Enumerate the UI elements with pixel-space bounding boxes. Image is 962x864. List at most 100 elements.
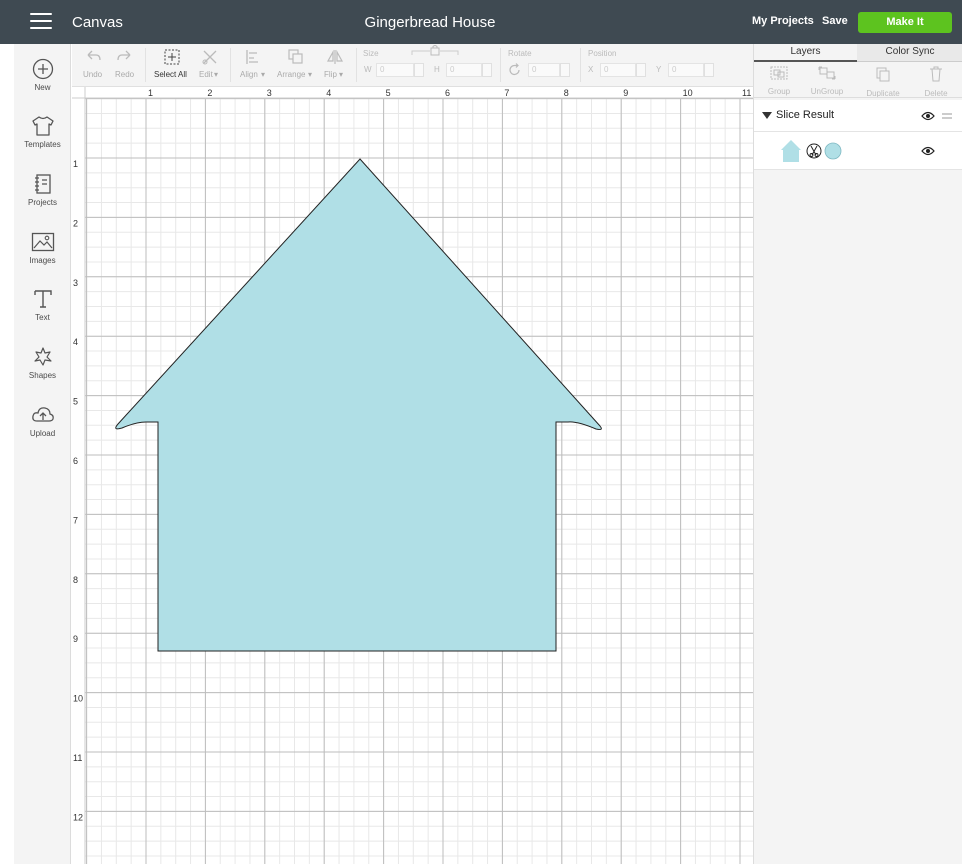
tshirt-icon	[31, 116, 54, 136]
sidebar-item-label: Projects	[28, 198, 57, 207]
ruler-top-label: 5	[386, 88, 391, 98]
design-canvas[interactable]: 1 2 3 4 5 6 7 8 9 10 11 1 2 3 4 5 6 7 8 9 10 11 12	[72, 87, 753, 864]
height-label: H	[434, 65, 440, 74]
caret-down-icon[interactable]	[762, 112, 772, 119]
my-projects-link[interactable]: My Projects	[752, 15, 814, 27]
x-stepper[interactable]	[636, 63, 646, 77]
left-sidebar: New Templates Projects Images Text Shape…	[14, 44, 71, 864]
width-input[interactable]: 0	[376, 63, 414, 77]
toolbar-divider	[230, 48, 231, 82]
drag-handle-icon[interactable]	[941, 112, 953, 120]
house-shape[interactable]	[115, 158, 602, 652]
hamburger-menu-icon[interactable]	[30, 13, 52, 31]
delete-button[interactable]: Delete	[911, 66, 961, 98]
align-label: Align	[240, 70, 258, 79]
sidebar-item-images[interactable]: Images	[14, 231, 71, 265]
ruler-left-label: 11	[73, 753, 82, 763]
ruler-left-label: 1	[73, 159, 78, 169]
align-button[interactable]: Align ▾	[236, 44, 270, 87]
group-icon	[770, 66, 788, 80]
sidebar-item-templates[interactable]: Templates	[14, 115, 71, 149]
cloud-upload-icon	[31, 407, 54, 422]
chevron-down-icon: ▾	[308, 70, 313, 79]
sidebar-item-shapes[interactable]: Shapes	[14, 346, 71, 380]
group-label: Group	[767, 87, 791, 96]
scissors-cut-icon[interactable]	[806, 143, 822, 159]
x-label: X	[588, 65, 594, 74]
position-label: Position	[588, 49, 617, 58]
ruler-left-label: 9	[73, 634, 78, 644]
ruler-left-label: 3	[73, 278, 78, 288]
arrange-button[interactable]: Arrange ▾	[274, 44, 316, 87]
ruler-top-label: 2	[207, 88, 212, 98]
ungroup-icon	[818, 66, 836, 80]
arrange-icon	[288, 49, 303, 64]
group-button[interactable]: Group	[754, 66, 804, 96]
redo-icon	[117, 50, 131, 61]
ruler-left-label: 12	[73, 812, 83, 822]
x-input[interactable]: 0	[600, 63, 636, 77]
app-title: Canvas	[72, 14, 123, 31]
height-input[interactable]: 0	[446, 63, 482, 77]
sidebar-item-projects[interactable]: Projects	[14, 173, 71, 207]
sidebar-item-new[interactable]: New	[14, 58, 71, 92]
edit-button[interactable]: Edit ▾	[196, 44, 224, 87]
size-label: Size	[363, 49, 379, 58]
rotate-input[interactable]: 0	[528, 63, 560, 77]
rotate-label: Rotate	[508, 49, 532, 58]
layer-color-swatch[interactable]	[824, 142, 842, 160]
sidebar-item-text[interactable]: Text	[14, 288, 71, 322]
tab-layers[interactable]: Layers	[754, 44, 857, 62]
ruler-top-label: 11	[742, 88, 751, 98]
save-button[interactable]: Save	[822, 15, 848, 27]
lock-icon[interactable]	[410, 45, 460, 57]
ruler-top-label: 8	[564, 88, 569, 98]
edit-toolbar: Undo Redo Select All Edit ▾ Align ▾ Arra…	[72, 44, 753, 87]
sidebar-item-label: Images	[29, 256, 56, 265]
sidebar-item-label: New	[34, 83, 51, 92]
ruler-top-label: 4	[326, 88, 331, 98]
rotate-stepper[interactable]	[560, 63, 570, 77]
left-ruler	[72, 87, 85, 864]
height-stepper[interactable]	[482, 63, 492, 77]
duplicate-button[interactable]: Duplicate	[858, 66, 908, 98]
y-input[interactable]: 0	[668, 63, 704, 77]
ruler-top-label: 9	[623, 88, 628, 98]
flip-button[interactable]: Flip ▾	[320, 44, 350, 87]
redo-button[interactable]: Redo	[112, 44, 140, 87]
redo-label: Redo	[115, 70, 135, 79]
sidebar-item-label: Templates	[24, 140, 61, 149]
undo-label: Undo	[83, 70, 103, 79]
ungroup-button[interactable]: UnGroup	[802, 66, 852, 96]
tab-color-sync[interactable]: Color Sync	[857, 44, 962, 62]
select-all-icon	[164, 49, 180, 65]
layer-group-slice-result[interactable]: Slice Result	[754, 100, 962, 132]
ruler-left-label: 8	[73, 575, 78, 585]
sidebar-item-upload[interactable]: Upload	[14, 404, 71, 438]
width-stepper[interactable]	[414, 63, 424, 77]
top-bar: Canvas Gingerbread House My Projects Sav…	[0, 0, 962, 44]
panel-divider	[754, 97, 962, 98]
rotate-icon	[509, 63, 520, 76]
notebook-icon	[34, 174, 51, 194]
undo-button[interactable]: Undo	[80, 44, 108, 87]
ruler-left-label: 5	[73, 397, 78, 407]
trash-icon	[930, 66, 942, 82]
chevron-down-icon: ▾	[214, 70, 219, 79]
ruler-left-label: 6	[73, 456, 78, 466]
sidebar-item-label: Shapes	[28, 371, 57, 380]
select-all-label: Select All	[154, 70, 187, 79]
y-stepper[interactable]	[704, 63, 714, 77]
toolbar-divider	[580, 48, 581, 82]
image-icon	[31, 232, 54, 252]
make-it-button[interactable]: Make It	[858, 12, 952, 33]
select-all-button[interactable]: Select All	[152, 44, 192, 87]
arrange-label: Arrange	[277, 70, 306, 79]
eye-icon[interactable]	[921, 111, 935, 121]
eye-icon[interactable]	[921, 146, 935, 156]
undo-icon	[87, 50, 101, 61]
width-label: W	[364, 65, 372, 74]
layer-item[interactable]	[754, 132, 962, 170]
sidebar-item-label: Text	[35, 313, 50, 322]
ruler-top-label: 10	[683, 88, 693, 98]
